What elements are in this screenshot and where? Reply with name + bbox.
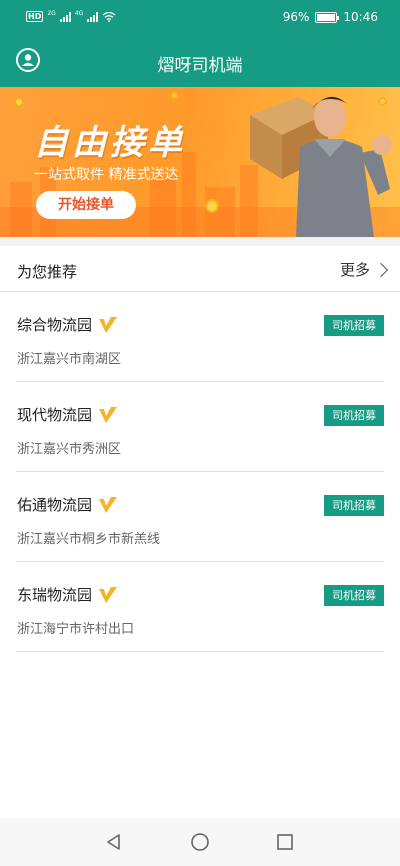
banner-title: 自由接单 bbox=[34, 123, 186, 163]
park-address: 浙江嘉兴市南湖区 bbox=[17, 352, 122, 367]
status-left: HD 2G 4G bbox=[26, 10, 116, 22]
section-divider bbox=[0, 237, 400, 246]
system-nav-bar bbox=[0, 818, 400, 866]
clock: 10:46 bbox=[343, 10, 378, 24]
list-item[interactable]: 佑通物流园 浙江嘉兴市桐乡市新羔线 司机招募 bbox=[16, 472, 384, 562]
recommend-header: 为您推荐 更多 bbox=[0, 246, 400, 292]
page-title: 熠呀司机端 bbox=[157, 56, 243, 76]
more-link[interactable]: 更多 bbox=[339, 259, 389, 280]
recommend-title: 为您推荐 bbox=[17, 263, 78, 281]
home-icon[interactable] bbox=[190, 832, 210, 852]
building-decoration bbox=[10, 182, 32, 237]
network-type-2: 4G bbox=[74, 10, 84, 17]
verified-v-icon bbox=[99, 316, 118, 333]
item-title-row: 佑通物流园 bbox=[17, 494, 118, 515]
wifi-icon bbox=[102, 11, 116, 22]
battery-icon bbox=[315, 11, 340, 23]
item-title-row: 东瑞物流园 bbox=[17, 584, 118, 605]
delivery-person-illustration bbox=[250, 96, 392, 237]
building-decoration bbox=[150, 177, 176, 237]
driver-recruit-badge[interactable]: 司机招募 bbox=[324, 315, 384, 336]
park-address: 浙江海宁市许村出口 bbox=[17, 622, 135, 637]
park-name: 东瑞物流园 bbox=[17, 586, 93, 604]
item-title-row: 综合物流园 bbox=[17, 314, 118, 335]
signal-icon bbox=[59, 11, 71, 22]
battery-percent: 96% bbox=[282, 10, 310, 24]
promo-banner[interactable]: 自由接单 一站式取件 精准式送达 开始接单 bbox=[0, 87, 400, 237]
list-item[interactable]: 综合物流园 浙江嘉兴市南湖区 司机招募 bbox=[16, 292, 384, 382]
verified-v-icon bbox=[99, 496, 118, 513]
back-icon[interactable] bbox=[104, 832, 124, 852]
park-address: 浙江嘉兴市秀洲区 bbox=[17, 442, 122, 457]
status-bar: HD 2G 4G 96% 10:46 bbox=[0, 0, 400, 36]
verified-v-icon bbox=[99, 406, 118, 423]
signal-icon bbox=[87, 11, 99, 22]
hd-indicator: HD bbox=[26, 11, 44, 22]
driver-recruit-badge[interactable]: 司机招募 bbox=[324, 405, 384, 426]
chevron-right-icon bbox=[373, 262, 389, 277]
park-name: 综合物流园 bbox=[17, 316, 93, 334]
item-title-row: 现代物流园 bbox=[17, 404, 118, 425]
recents-icon[interactable] bbox=[275, 832, 295, 852]
network-type-1: 2G bbox=[47, 10, 56, 17]
list-item[interactable]: 现代物流园 浙江嘉兴市秀洲区 司机招募 bbox=[16, 382, 384, 472]
verified-v-icon bbox=[99, 586, 118, 603]
park-name: 现代物流园 bbox=[17, 406, 93, 424]
driver-recruit-badge[interactable]: 司机招募 bbox=[324, 495, 384, 516]
park-address: 浙江嘉兴市桐乡市新羔线 bbox=[17, 532, 161, 547]
banner-subtitle: 一站式取件 精准式送达 bbox=[34, 167, 179, 183]
coin-decoration bbox=[14, 97, 24, 107]
driver-recruit-badge[interactable]: 司机招募 bbox=[324, 585, 384, 606]
coin-decoration bbox=[205, 199, 219, 213]
list-item[interactable]: 东瑞物流园 浙江海宁市许村出口 司机招募 bbox=[16, 562, 384, 652]
park-name: 佑通物流园 bbox=[17, 496, 93, 514]
park-list: 综合物流园 浙江嘉兴市南湖区 司机招募 现代物流园 浙江嘉兴市秀洲区 司机招募 … bbox=[0, 292, 400, 652]
status-right: 96% 10:46 bbox=[283, 10, 378, 24]
start-taking-orders-button[interactable]: 开始接单 bbox=[36, 191, 136, 219]
more-label: 更多 bbox=[339, 261, 370, 279]
building-decoration bbox=[182, 152, 196, 237]
coin-decoration bbox=[170, 91, 179, 100]
app-header: 熠呀司机端 bbox=[0, 36, 400, 87]
